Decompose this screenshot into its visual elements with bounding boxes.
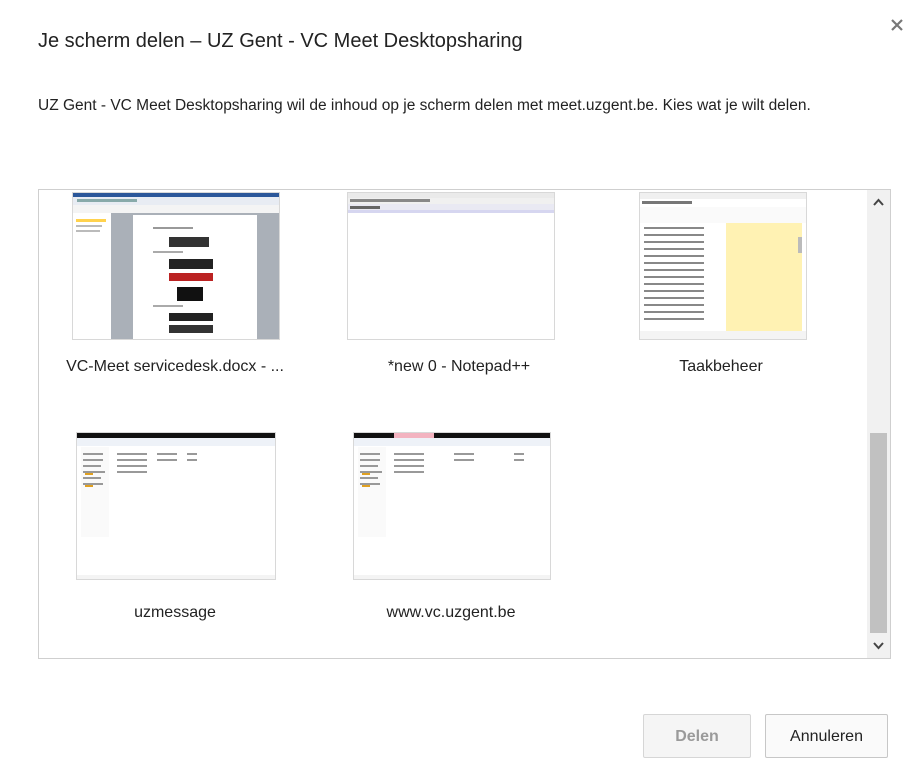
cancel-button[interactable]: Annuleren (765, 714, 888, 758)
window-thumbnail (72, 192, 280, 340)
share-screen-dialog: Je scherm delen – UZ Gent - VC Meet Desk… (0, 0, 908, 782)
chevron-up-icon[interactable] (871, 195, 886, 210)
chevron-down-icon[interactable] (871, 638, 886, 653)
scrollbar-thumb[interactable] (870, 433, 887, 633)
window-list: VC-Meet servicedesk.docx - ... *new 0 - … (38, 189, 891, 659)
window-label: uzmessage (134, 604, 216, 621)
window-item-notepad[interactable]: *new 0 - Notepad++ (329, 190, 555, 390)
window-item-uzmessage[interactable]: uzmessage (53, 430, 277, 630)
close-icon[interactable] (890, 18, 904, 32)
window-label: VC-Meet servicedesk.docx - ... (66, 358, 284, 375)
share-button[interactable]: Delen (643, 714, 751, 758)
window-label: Taakbeheer (679, 358, 763, 375)
dialog-title: Je scherm delen – UZ Gent - VC Meet Desk… (38, 30, 523, 52)
window-thumbnail (353, 432, 551, 580)
scrollbar[interactable] (867, 190, 890, 658)
window-thumbnail (347, 192, 555, 340)
window-item-word[interactable]: VC-Meet servicedesk.docx - ... (47, 190, 284, 390)
window-item-taskmanager[interactable]: Taakbeheer (609, 190, 833, 390)
window-thumbnail (639, 192, 807, 340)
window-label: *new 0 - Notepad++ (387, 358, 531, 375)
window-item-vc-uzgent[interactable]: www.vc.uzgent.be (329, 430, 553, 630)
window-label: www.vc.uzgent.be (386, 604, 516, 621)
dialog-description: UZ Gent - VC Meet Desktopsharing wil de … (38, 97, 811, 114)
window-thumbnail (76, 432, 276, 580)
